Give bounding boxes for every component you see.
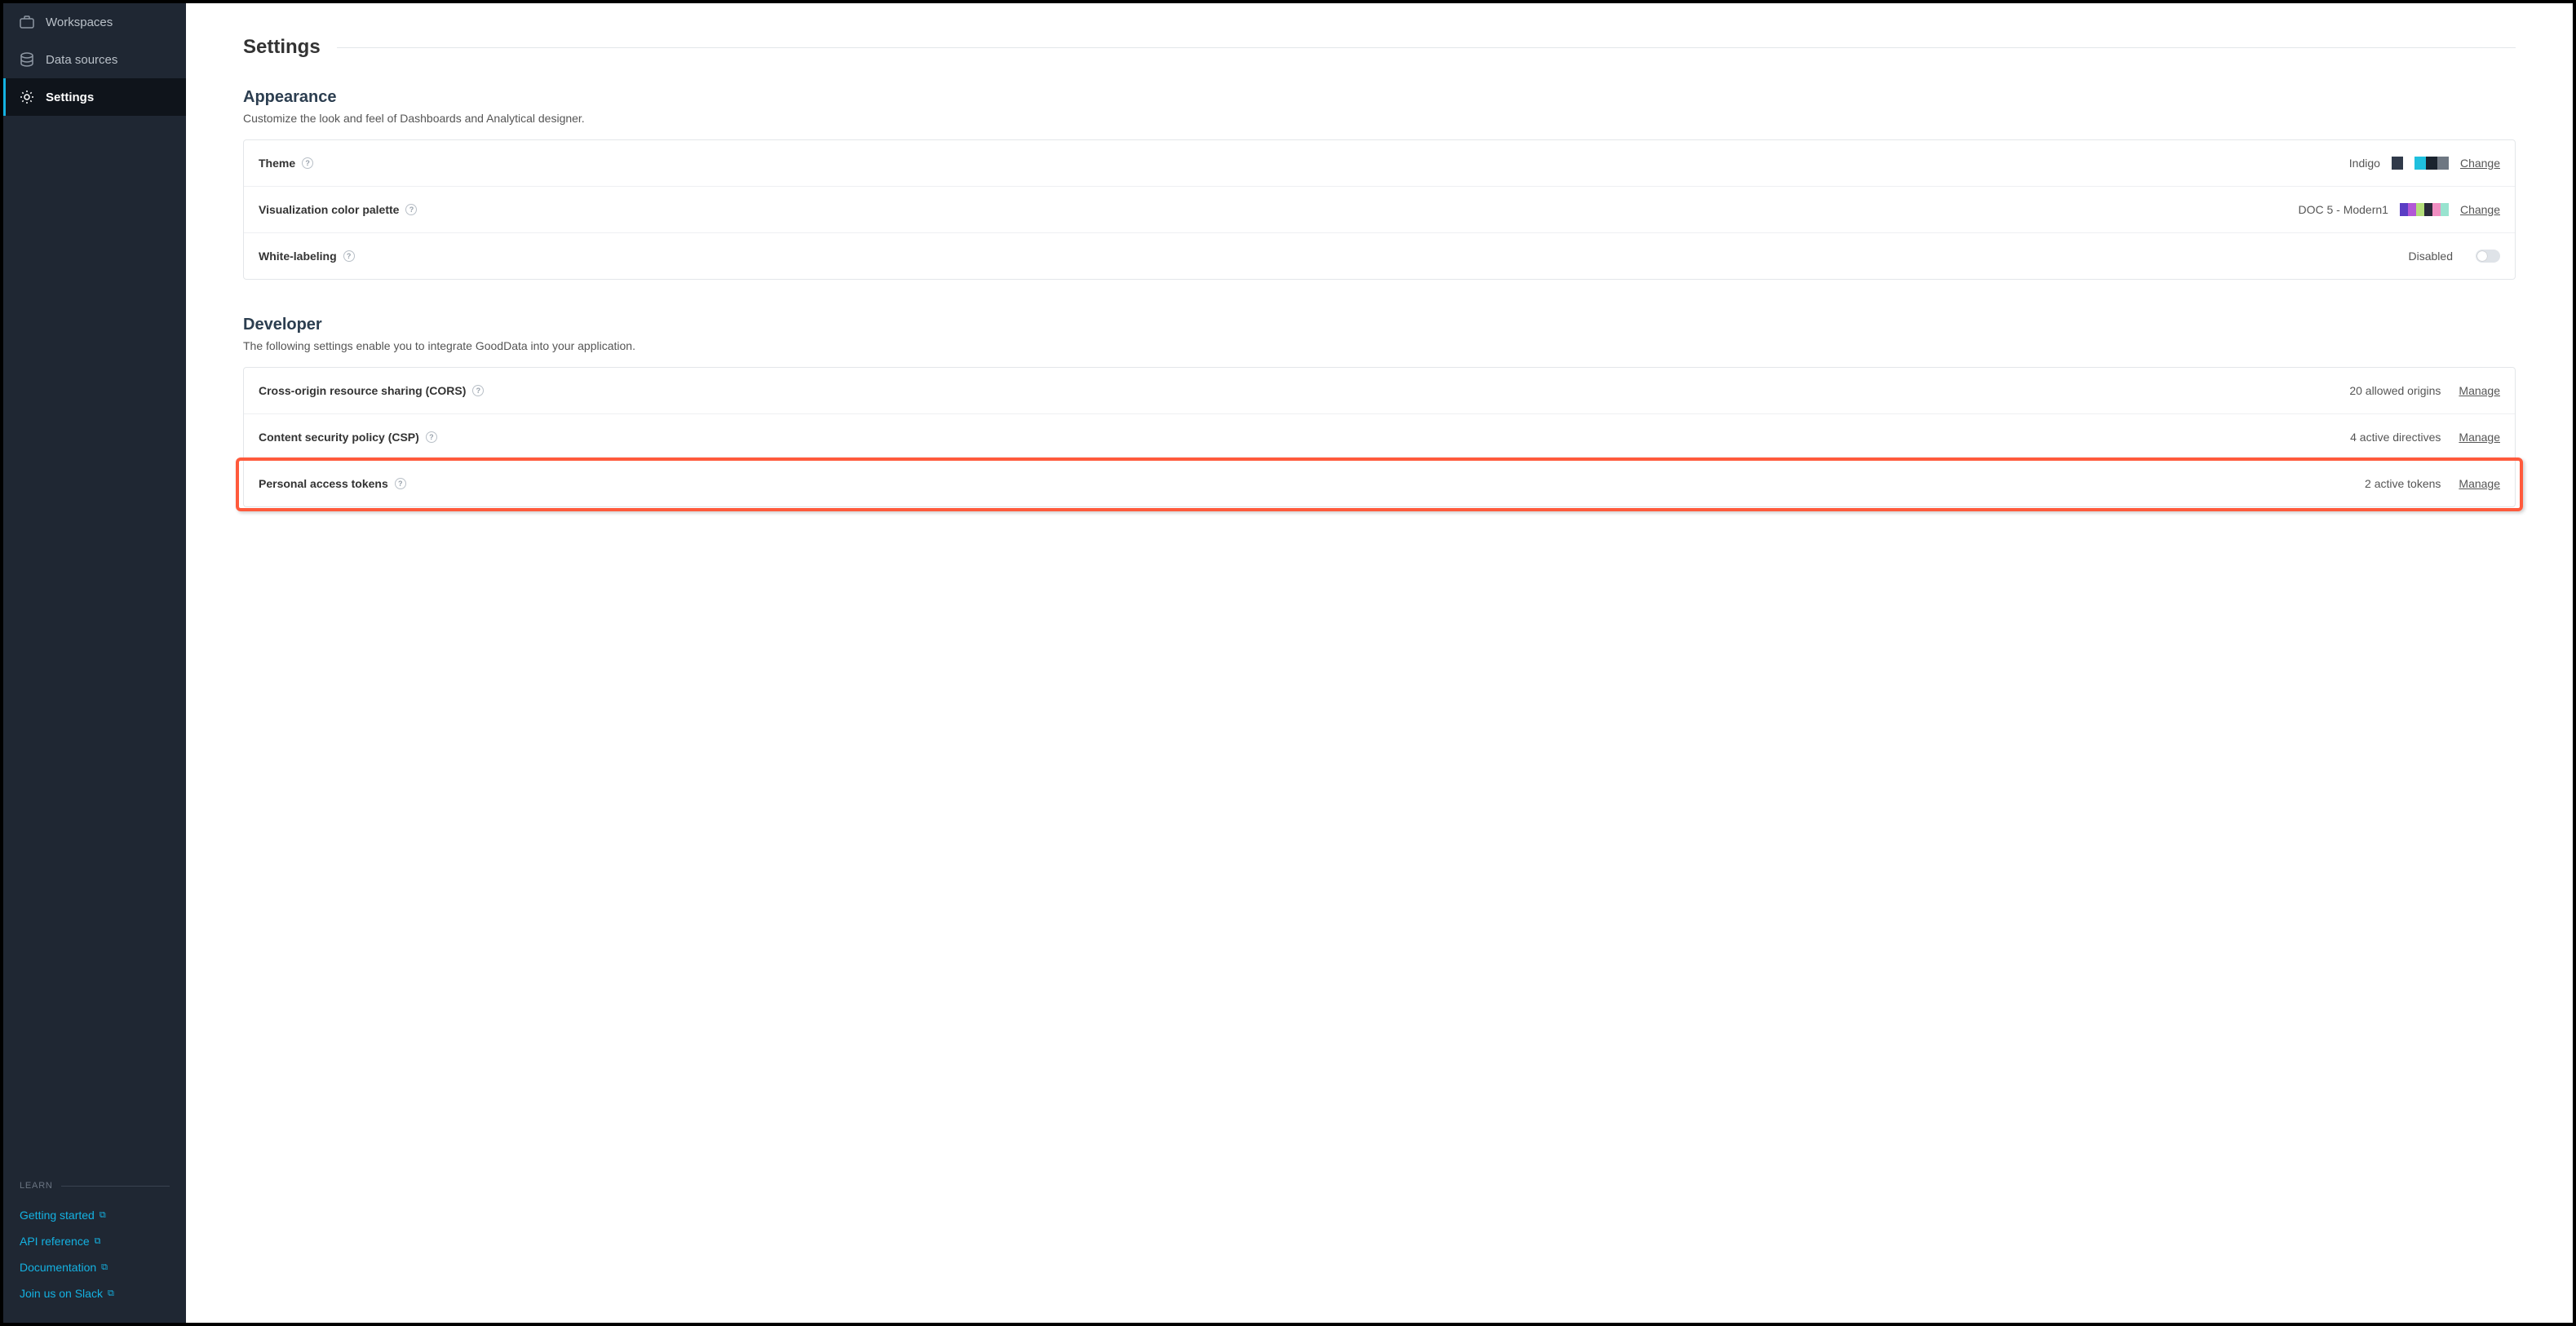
label-text: Personal access tokens	[259, 477, 388, 490]
section-desc-developer: The following settings enable you to int…	[243, 339, 2516, 352]
row-csp: Content security policy (CSP) ? 4 active…	[244, 414, 2515, 461]
csp-value: 4 active directives	[2350, 431, 2441, 444]
row-label-whitelabel: White-labeling ?	[259, 250, 355, 263]
change-palette-link[interactable]: Change	[2460, 203, 2500, 216]
learn-link-label: Join us on Slack	[20, 1287, 103, 1300]
page-title: Settings	[243, 36, 321, 59]
row-label-tokens: Personal access tokens ?	[259, 477, 406, 490]
section-title-developer: Developer	[243, 316, 2516, 334]
learn-header-label: LEARN	[20, 1181, 53, 1191]
label-text: Cross-origin resource sharing (CORS)	[259, 384, 466, 397]
section-title-appearance: Appearance	[243, 88, 2516, 107]
app-frame: Workspaces Data sources Settings LEARN G…	[0, 0, 2576, 1326]
theme-swatch-dark	[2392, 157, 2403, 170]
row-label-theme: Theme ?	[259, 157, 313, 170]
manage-csp-link[interactable]: Manage	[2459, 431, 2500, 444]
gear-icon	[20, 90, 34, 104]
help-icon[interactable]: ?	[426, 431, 437, 443]
help-icon[interactable]: ?	[343, 250, 355, 262]
divider	[337, 47, 2516, 48]
main-content: Settings Appearance Customize the look a…	[186, 3, 2573, 1323]
cors-value: 20 allowed origins	[2349, 384, 2441, 397]
sidebar-item-label: Data sources	[46, 53, 117, 67]
appearance-card: Theme ? Indigo Change Visualization colo…	[243, 139, 2516, 280]
row-label-csp: Content security policy (CSP) ?	[259, 431, 437, 444]
row-label-cors: Cross-origin resource sharing (CORS) ?	[259, 384, 484, 397]
learn-link-label: API reference	[20, 1235, 90, 1248]
row-label-palette: Visualization color palette ?	[259, 203, 417, 216]
tokens-value: 2 active tokens	[2365, 477, 2441, 490]
change-theme-link[interactable]: Change	[2460, 157, 2500, 170]
learn-section: LEARN Getting started ⧉ API reference ⧉ …	[3, 1181, 186, 1323]
palette-swatches	[2400, 203, 2449, 216]
manage-cors-link[interactable]: Manage	[2459, 384, 2500, 397]
row-cors: Cross-origin resource sharing (CORS) ? 2…	[244, 368, 2515, 414]
divider	[61, 1186, 170, 1187]
workspace-icon	[20, 15, 34, 29]
learn-link-api-reference[interactable]: API reference ⧉	[20, 1228, 170, 1254]
theme-swatch-colors	[2414, 157, 2449, 170]
highlight-marker	[236, 457, 2523, 511]
help-icon[interactable]: ?	[302, 157, 313, 169]
row-theme: Theme ? Indigo Change	[244, 140, 2515, 187]
learn-link-label: Documentation	[20, 1261, 96, 1274]
sidebar-item-workspaces[interactable]: Workspaces	[3, 3, 186, 41]
learn-link-getting-started[interactable]: Getting started ⧉	[20, 1202, 170, 1228]
row-palette: Visualization color palette ? DOC 5 - Mo…	[244, 187, 2515, 233]
sidebar-item-label: Settings	[46, 91, 94, 104]
developer-card: Cross-origin resource sharing (CORS) ? 2…	[243, 367, 2516, 507]
whitelabel-value: Disabled	[2409, 250, 2453, 263]
external-link-icon: ⧉	[108, 1288, 114, 1299]
external-link-icon: ⧉	[100, 1210, 106, 1221]
help-icon[interactable]: ?	[405, 204, 417, 215]
sidebar-item-settings[interactable]: Settings	[3, 78, 186, 116]
external-link-icon: ⧉	[101, 1262, 108, 1273]
learn-link-slack[interactable]: Join us on Slack ⧉	[20, 1280, 170, 1306]
sidebar-item-datasources[interactable]: Data sources	[3, 41, 186, 78]
page-title-row: Settings	[243, 36, 2516, 59]
palette-value: DOC 5 - Modern1	[2298, 203, 2388, 216]
manage-tokens-link[interactable]: Manage	[2459, 477, 2500, 490]
row-tokens: Personal access tokens ? 2 active tokens…	[244, 461, 2515, 506]
database-icon	[20, 52, 34, 67]
help-icon[interactable]: ?	[472, 385, 484, 396]
learn-link-label: Getting started	[20, 1209, 95, 1222]
label-text: White-labeling	[259, 250, 337, 263]
sidebar: Workspaces Data sources Settings LEARN G…	[3, 3, 186, 1323]
sidebar-item-label: Workspaces	[46, 15, 113, 29]
row-whitelabel: White-labeling ? Disabled	[244, 233, 2515, 279]
help-icon[interactable]: ?	[395, 478, 406, 489]
section-desc-appearance: Customize the look and feel of Dashboard…	[243, 112, 2516, 125]
label-text: Content security policy (CSP)	[259, 431, 419, 444]
learn-header: LEARN	[20, 1181, 170, 1191]
whitelabel-toggle[interactable]	[2476, 250, 2500, 263]
learn-link-documentation[interactable]: Documentation ⧉	[20, 1254, 170, 1280]
label-text: Theme	[259, 157, 295, 170]
theme-value: Indigo	[2349, 157, 2380, 170]
external-link-icon: ⧉	[95, 1236, 101, 1247]
label-text: Visualization color palette	[259, 203, 399, 216]
